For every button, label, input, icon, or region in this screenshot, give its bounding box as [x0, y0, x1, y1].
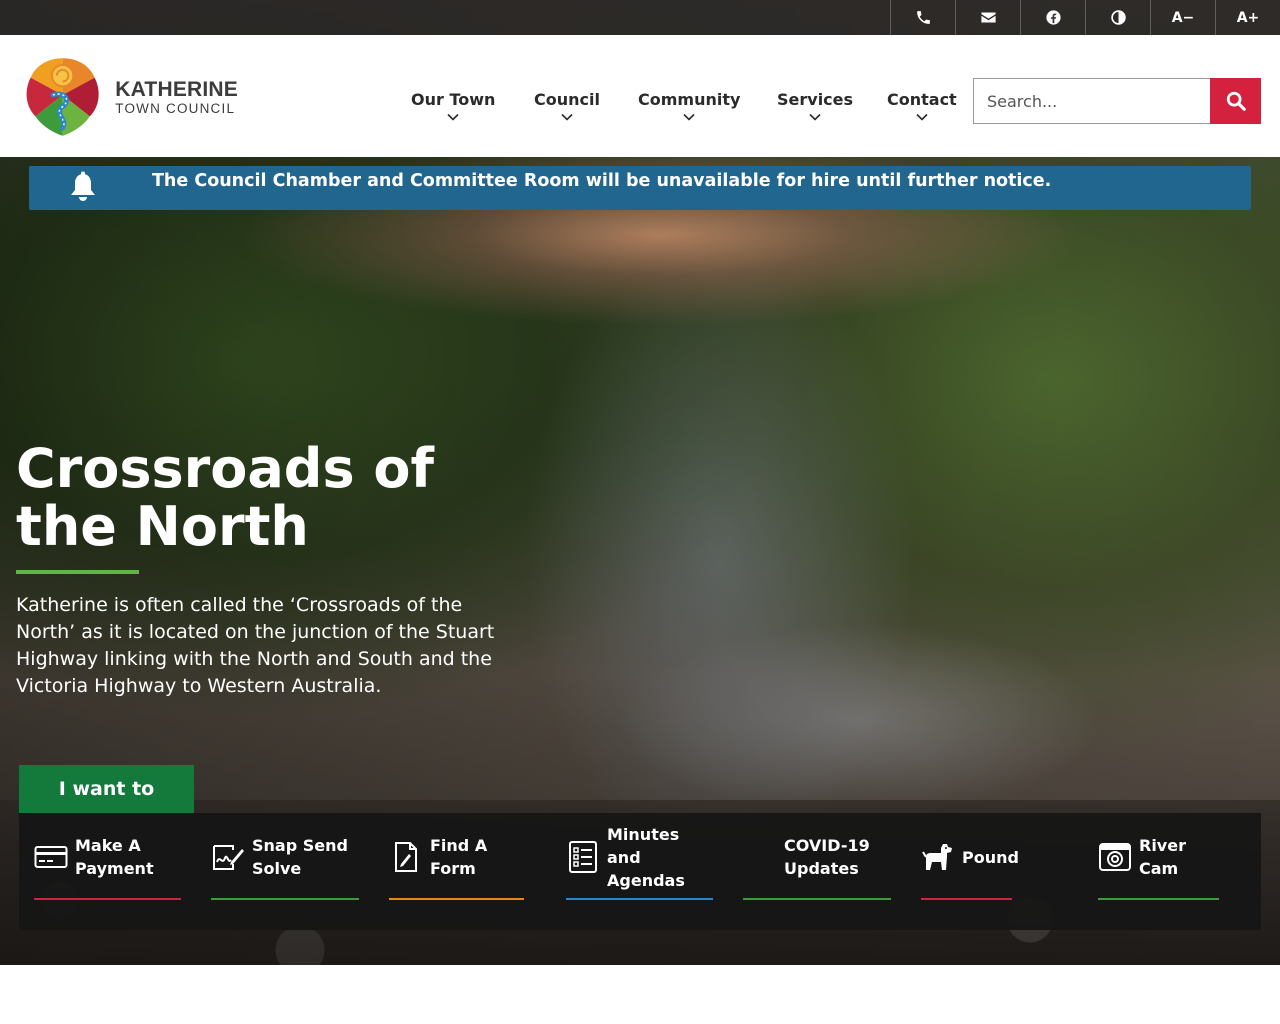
nav-label: Community [638, 90, 741, 109]
chevron-down-icon [447, 113, 459, 121]
camera-icon [1098, 840, 1132, 874]
hero-description: Katherine is often called the ‘Crossroad… [16, 594, 495, 697]
i-want-to-tab[interactable]: I want to [19, 765, 194, 813]
chevron-down-icon [809, 113, 821, 121]
accent-underline [34, 898, 181, 900]
notice-text: The Council Chamber and Committee Room w… [152, 171, 1052, 191]
contrast-icon [1110, 10, 1126, 25]
checklist-icon [566, 840, 600, 874]
increase-text-button[interactable]: A+ [1215, 0, 1280, 35]
logo-subtitle: TOWN COUNCIL [115, 100, 236, 116]
credit-card-icon [34, 840, 68, 874]
quick-link-minutes-and-agendas[interactable]: Minutes and Agendas [566, 813, 713, 901]
decrease-text-button[interactable]: A− [1150, 0, 1215, 35]
utility-buttons: A− A+ [890, 0, 1280, 35]
search-icon [1226, 91, 1246, 111]
quick-link-label: Pound [962, 847, 1019, 867]
quick-links-bar: Make A Payment Snap Send Solve Find A Fo… [19, 813, 1261, 930]
site-logo[interactable]: KATHERINE TOWN COUNCIL [18, 51, 238, 143]
phone-icon [916, 11, 930, 24]
signature-icon [211, 840, 245, 874]
email-button[interactable] [955, 0, 1020, 35]
nav-item-our-town[interactable]: Our Town [411, 90, 495, 121]
search-button[interactable] [1210, 78, 1261, 124]
chevron-down-icon [683, 113, 695, 121]
hero-title: Crossroads of the North [16, 437, 434, 558]
nav-label: Contact [887, 90, 957, 109]
accent-underline [389, 898, 524, 900]
nav-label: Council [534, 90, 600, 109]
accent-underline [1098, 898, 1219, 900]
site-header: KATHERINE TOWN COUNCIL Our Town Council … [0, 35, 1280, 157]
quick-link-label: Make A Payment [75, 836, 154, 878]
search-input[interactable] [973, 78, 1211, 124]
nav-item-community[interactable]: Community [638, 90, 740, 121]
nav-item-services[interactable]: Services [777, 90, 853, 121]
quick-link-label: COVID-19 Updates [784, 836, 870, 878]
quick-link-label: Minutes and Agendas [607, 824, 685, 890]
facebook-button[interactable] [1020, 0, 1085, 35]
nav-item-council[interactable]: Council [534, 90, 600, 121]
quick-link-label: River Cam [1139, 836, 1186, 878]
notice-banner[interactable]: The Council Chamber and Committee Room w… [29, 166, 1251, 210]
accent-underline [211, 898, 359, 900]
logo-emblem-icon [21, 54, 104, 136]
document-edit-icon [389, 840, 423, 874]
quick-link-find-a-form[interactable]: Find A Form [389, 813, 524, 901]
quick-link-river-cam[interactable]: River Cam [1098, 813, 1219, 901]
quick-link-label: Snap Send Solve [252, 836, 348, 878]
nav-item-contact[interactable]: Contact [887, 90, 957, 121]
chevron-down-icon [916, 113, 928, 121]
quick-link-label: Find A Form [430, 836, 488, 878]
covid-icon-placeholder [743, 840, 777, 874]
logo-title: KATHERINE [115, 77, 238, 101]
nav-label: Our Town [411, 90, 496, 109]
accent-underline [566, 898, 713, 900]
quick-link-snap-send-solve[interactable]: Snap Send Solve [211, 813, 359, 901]
email-icon [980, 12, 996, 23]
contrast-button[interactable] [1085, 0, 1150, 35]
logo-text: KATHERINE TOWN COUNCIL [115, 77, 238, 116]
nav-label: Services [777, 90, 854, 109]
accent-underline [743, 898, 891, 900]
facebook-icon [1045, 10, 1061, 25]
hero-divider [16, 570, 139, 574]
bell-icon [71, 171, 95, 201]
quick-link-make-a-payment[interactable]: Make A Payment [34, 813, 181, 901]
quick-link-pound[interactable]: Pound [921, 813, 1019, 901]
site-search [973, 78, 1261, 124]
dog-icon [921, 840, 955, 874]
chevron-down-icon [561, 113, 573, 121]
quick-link-covid-19-updates[interactable]: COVID-19 Updates [743, 813, 891, 901]
accent-underline [921, 898, 1012, 900]
phone-button[interactable] [890, 0, 955, 35]
utility-bar: A− A+ [0, 0, 1280, 35]
